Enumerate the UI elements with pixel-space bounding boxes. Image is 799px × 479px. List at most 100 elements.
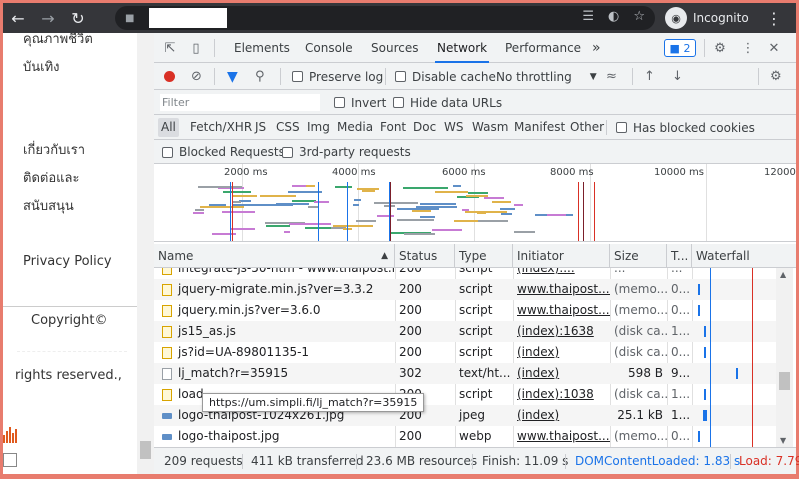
column-type[interactable]: Type xyxy=(455,244,513,268)
overview-segment xyxy=(233,195,257,197)
type-font[interactable]: Font xyxy=(377,118,409,137)
third-party-checkbox[interactable]: 3rd-party requests xyxy=(282,140,411,164)
type-media[interactable]: Media xyxy=(334,118,376,137)
back-icon[interactable]: ← xyxy=(3,3,33,33)
kebab-icon[interactable]: ⋮ xyxy=(740,40,756,56)
tab-sources[interactable]: Sources xyxy=(371,33,418,63)
tab-console[interactable]: Console xyxy=(305,33,353,63)
hide-data-urls-checkbox[interactable]: Hide data URLs xyxy=(393,90,502,115)
record-icon[interactable] xyxy=(164,71,175,82)
type-all[interactable]: All xyxy=(158,118,179,137)
overview-segment xyxy=(432,229,462,231)
issues-badge[interactable]: ■ 2 xyxy=(664,39,696,57)
network-settings-icon[interactable]: ⚙ xyxy=(770,63,782,90)
nav-link-support[interactable]: สนับสนุน xyxy=(23,195,74,216)
row-initiator[interactable]: (index):1638 xyxy=(513,321,610,342)
tab-performance[interactable]: Performance xyxy=(505,33,581,63)
row-status: 302 xyxy=(399,366,422,380)
type-manifest[interactable]: Manifest xyxy=(511,118,568,137)
overview-segment xyxy=(420,216,435,218)
import-har-icon[interactable]: ↑ xyxy=(644,63,655,90)
column-status[interactable]: Status xyxy=(395,244,455,268)
reload-icon[interactable]: ↻ xyxy=(63,3,93,33)
url-redacted[interactable] xyxy=(149,8,227,28)
translate-icon[interactable]: ☰ xyxy=(582,9,594,24)
row-time: 0... xyxy=(671,282,691,296)
blocked-requests-checkbox[interactable]: Blocked Requests xyxy=(162,140,285,164)
search-icon[interactable]: ⚲ xyxy=(255,63,265,90)
column-name-label: Name xyxy=(158,249,194,263)
row-initiator[interactable]: (index) xyxy=(513,363,610,384)
type-ws[interactable]: WS xyxy=(441,118,466,137)
column-size[interactable]: Size xyxy=(610,244,667,268)
overview-segment xyxy=(547,214,566,216)
incognito-indicator[interactable]: ◉ Incognito xyxy=(665,6,749,30)
type-doc[interactable]: Doc xyxy=(410,118,439,137)
type-wasm[interactable]: Wasm xyxy=(469,118,511,137)
row-initiator[interactable]: (index) xyxy=(513,405,610,426)
overview-segment xyxy=(333,225,373,227)
address-bar[interactable]: ■ ☰ ◐ ☆ xyxy=(115,6,655,30)
preserve-log-checkbox[interactable]: Preserve log xyxy=(292,63,383,90)
type-fetch-xhr[interactable]: Fetch/XHR xyxy=(187,118,255,137)
tab-elements[interactable]: Elements xyxy=(234,33,290,63)
scroll-down-icon[interactable]: ▼ xyxy=(780,436,786,445)
row-initiator[interactable]: www.thaipost.... xyxy=(513,426,610,447)
scroll-up-icon[interactable]: ▲ xyxy=(780,270,786,279)
table-row[interactable]: integrate-js-50-ntm - www.thaipost.net 2… xyxy=(154,268,782,279)
nav-link-entertainment[interactable]: บันเทิง xyxy=(23,56,60,77)
overview-segment xyxy=(514,231,535,233)
close-icon[interactable]: ✕ xyxy=(766,40,782,56)
filter-input[interactable]: Filter xyxy=(160,94,320,111)
table-row[interactable]: logo-thaipost.jpg 200 webp www.thaipost.… xyxy=(154,426,782,447)
tab-network[interactable]: Network xyxy=(435,33,490,63)
nav-link-quality-of-life[interactable]: คุณภาพชีวิต xyxy=(23,33,93,49)
table-scrollbar[interactable]: ▲ ▼ xyxy=(776,268,793,447)
table-row[interactable]: jquery.min.js?ver=3.6.0 200 script www.t… xyxy=(154,300,782,321)
network-summary-bar: 209 requests 411 kB transferred 23.6 MB … xyxy=(154,447,799,474)
row-initiator[interactable]: (index):1038 xyxy=(513,384,610,405)
overview-segment xyxy=(435,191,468,193)
inspect-icon[interactable]: ⇱ xyxy=(162,40,178,56)
column-time[interactable]: T... xyxy=(667,244,692,268)
table-row[interactable]: js15_as.js 200 script (index):1638 (disk… xyxy=(154,321,782,342)
has-blocked-cookies-checkbox[interactable]: Has blocked cookies xyxy=(616,115,755,140)
type-js[interactable]: JS xyxy=(252,118,269,137)
column-waterfall[interactable]: Waterfall xyxy=(692,244,796,268)
type-other[interactable]: Other xyxy=(567,118,607,137)
menu-icon[interactable]: ⋮ xyxy=(766,9,782,28)
type-css[interactable]: CSS xyxy=(273,118,303,137)
type-img[interactable]: Img xyxy=(304,118,333,137)
eye-off-icon[interactable]: ◐ xyxy=(608,9,619,24)
nav-link-contact[interactable]: ติดต่อและ xyxy=(23,167,79,188)
invert-checkbox[interactable]: Invert xyxy=(334,90,386,115)
row-initiator[interactable]: (index):... xyxy=(513,268,610,279)
page-scroll-thumb[interactable] xyxy=(140,441,151,459)
device-toggle-icon[interactable]: ▯ xyxy=(188,40,204,56)
disable-cache-checkbox[interactable]: Disable cache xyxy=(395,63,496,90)
filter-icon[interactable]: ▼ xyxy=(227,63,238,90)
table-scroll-thumb[interactable] xyxy=(779,372,790,390)
nav-link-privacy[interactable]: Privacy Policy xyxy=(23,254,112,269)
row-initiator[interactable]: www.thaipost.... xyxy=(513,279,610,300)
column-name[interactable]: Name ▲ xyxy=(154,244,395,268)
star-icon[interactable]: ☆ xyxy=(633,9,645,24)
throttling-select[interactable]: No throttling ▼ xyxy=(496,63,597,90)
overview-segment xyxy=(284,231,290,233)
table-row[interactable]: lj_match?r=35915 302 text/ht... (index) … xyxy=(154,363,782,384)
forward-icon[interactable]: → xyxy=(33,3,63,33)
row-initiator[interactable]: www.thaipost.... xyxy=(513,300,610,321)
nav-link-about[interactable]: เกี่ยวกับเรา xyxy=(23,139,85,160)
column-initiator[interactable]: Initiator xyxy=(513,244,610,268)
more-tabs-icon[interactable]: » xyxy=(592,33,601,63)
table-row[interactable]: jquery-migrate.min.js?ver=3.3.2 200 scri… xyxy=(154,279,782,300)
network-overview[interactable]: 2000 ms 4000 ms 6000 ms 8000 ms 10000 ms… xyxy=(154,164,796,242)
script-file-icon xyxy=(162,284,172,296)
table-row[interactable]: js?id=UA-89801135-1 200 script (index) (… xyxy=(154,342,782,363)
export-har-icon[interactable]: ↓ xyxy=(672,63,683,90)
row-initiator[interactable]: (index) xyxy=(513,342,610,363)
network-conditions-icon[interactable]: ≈ xyxy=(606,63,617,90)
page-scrollbar[interactable] xyxy=(137,33,154,474)
clear-icon[interactable]: ⊘ xyxy=(191,63,202,90)
settings-icon[interactable]: ⚙ xyxy=(712,40,728,56)
